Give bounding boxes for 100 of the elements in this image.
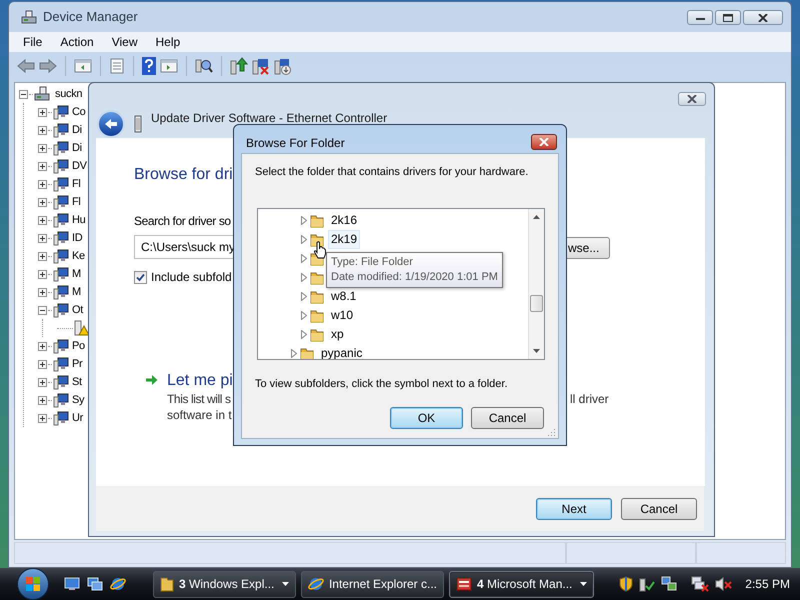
default-button[interactable]: OK [390,407,463,429]
tree-item[interactable]: St [72,374,82,390]
help-icon[interactable] [142,57,156,75]
expand-toggle[interactable] [38,198,47,206]
close-button[interactable] [531,134,557,150]
stacked-windows-icon[interactable] [87,577,103,591]
expand-toggle[interactable] [38,144,47,152]
back-arrow-icon[interactable] [17,58,35,74]
network-disconnected-icon[interactable] [691,576,710,592]
tree-item[interactable]: Pr [72,356,82,372]
expand-toggle[interactable] [38,216,47,224]
expand-arrow-icon[interactable] [291,349,297,358]
resize-grip-icon[interactable] [548,428,556,436]
cancel-button[interactable]: Cancel [471,407,544,429]
folder-item[interactable]: xp [328,325,347,344]
expand-toggle[interactable] [38,378,47,386]
expand-toggle[interactable] [38,342,47,350]
tree-item[interactable]: Ur [72,410,84,426]
tree-item[interactable]: suckn [55,86,82,102]
clock[interactable]: 2:55 PM [745,575,790,593]
taskbar-button[interactable]: Internet Explorer c... [301,570,444,598]
tree-item[interactable]: Hu [72,212,86,228]
scan-icon[interactable] [195,57,213,75]
checkbox[interactable] [134,270,147,284]
expand-arrow-icon[interactable] [301,273,307,282]
scrollbar[interactable] [528,209,544,359]
expand-toggle[interactable] [38,252,47,260]
tree-item[interactable]: Ot [72,302,84,318]
update-icon[interactable] [230,57,248,75]
speaker-muted-icon[interactable] [715,576,734,592]
expand-arrow-icon[interactable] [301,235,307,244]
menu-item[interactable]: View [102,33,146,51]
tree-item[interactable]: M [72,266,81,282]
expand-arrow-icon[interactable] [301,254,307,263]
tree-item[interactable]: Ke [72,248,85,264]
folder-icon [300,346,314,359]
expand-toggle[interactable] [38,414,47,422]
minimize-button[interactable] [687,10,713,25]
expand-toggle[interactable] [38,288,47,296]
hint-text: To view subfolders, click the symbol next to a folder. [255,377,508,392]
folder-item[interactable]: 2k19 [328,230,360,249]
plus-icon [39,270,46,278]
expand-toggle[interactable] [38,108,47,116]
expand-toggle[interactable] [38,396,47,404]
expand-arrow-icon[interactable] [301,292,307,301]
tree-item[interactable]: Sy [72,392,84,408]
disable-icon[interactable] [252,57,270,75]
tree-item[interactable]: DV [72,158,87,174]
folder-item[interactable]: 2k16 [328,211,360,230]
expand-toggle[interactable] [38,126,47,134]
instruction-text: Select the folder that contains drivers for your hardware. [255,165,528,180]
tree-item[interactable]: Fl [72,176,81,192]
scroll-up-icon[interactable] [533,215,540,219]
forward-arrow-icon[interactable] [39,58,57,74]
tree-item[interactable]: Di [72,140,82,156]
expand-toggle[interactable] [38,234,47,242]
globe-icon[interactable] [110,576,126,592]
menu-item[interactable]: Action [51,33,103,51]
back-button[interactable] [97,110,125,138]
expand-toggle[interactable] [38,306,47,314]
scroll-thumb[interactable] [530,295,543,312]
tree-item[interactable]: Fl [72,194,81,210]
start-button[interactable] [17,568,49,600]
expand-toggle[interactable] [38,180,47,188]
tree-item[interactable]: Po [72,338,85,354]
plus-icon [39,162,46,170]
expand-arrow-icon[interactable] [301,216,307,225]
caret-icon[interactable] [282,582,289,586]
taskbar-button[interactable]: 3 Windows Expl... [153,570,296,598]
maximize-button[interactable] [715,10,741,25]
close-button[interactable] [678,92,706,106]
expand-arrow-icon[interactable] [301,311,307,320]
cancel-button[interactable]: Cancel [621,498,697,520]
install-icon[interactable] [274,57,292,75]
expand-arrow-icon[interactable] [301,330,307,339]
folder-item[interactable]: w8.1 [328,287,360,306]
expand-toggle[interactable] [19,90,28,98]
tree-item[interactable]: ID [72,230,82,246]
expand-toggle[interactable] [38,162,47,170]
taskbar-button[interactable]: 4 Microsoft Man... [449,570,594,598]
folder-item[interactable]: w10 [328,306,356,325]
tree-item[interactable]: Di [72,122,82,138]
computer-check-icon[interactable] [639,576,656,592]
panel-icon[interactable] [74,58,92,74]
list-icon[interactable] [109,58,125,74]
close-button[interactable] [743,10,783,25]
tree-item[interactable]: Co [72,104,86,120]
shield-icon[interactable] [619,576,634,592]
tree-item[interactable]: M [72,284,81,300]
scroll-down-icon[interactable] [533,349,540,353]
menu-item[interactable]: Help [146,33,190,51]
menu-item[interactable]: File [14,33,52,51]
expand-toggle[interactable] [38,270,47,278]
panel-icon[interactable] [160,58,178,74]
network-icon[interactable] [661,576,678,592]
option-link[interactable]: Let me pi [167,369,233,393]
expand-toggle[interactable] [38,360,47,368]
default-button[interactable]: Next [536,498,612,520]
caret-icon[interactable] [580,582,587,586]
monitor-icon[interactable] [64,577,80,591]
